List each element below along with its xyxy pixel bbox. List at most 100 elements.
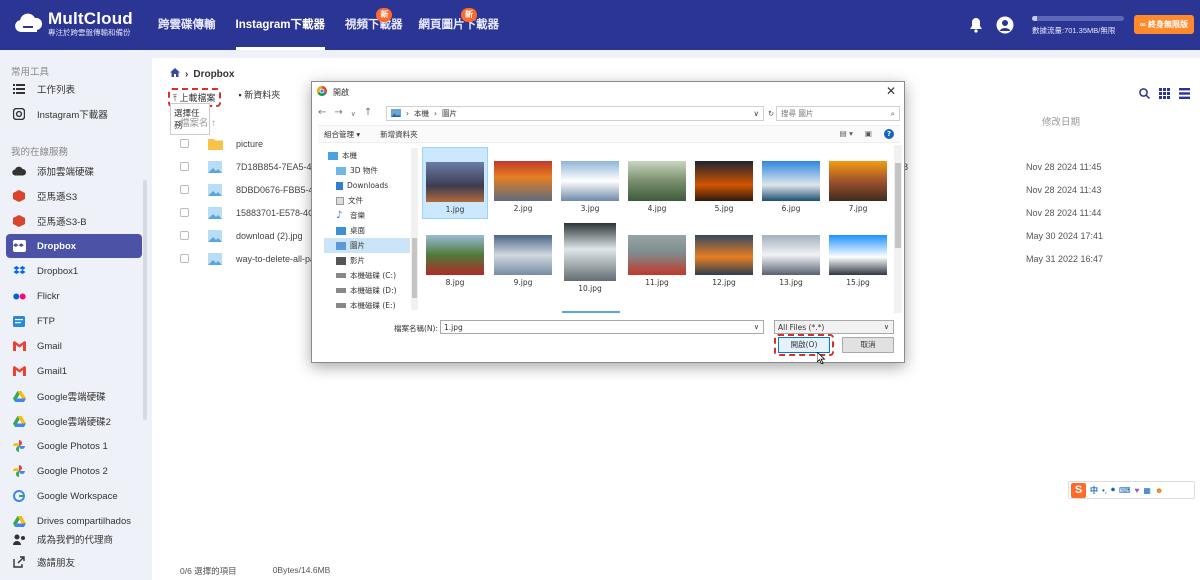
organize-menu[interactable]: 組合管理 ▾ — [324, 129, 360, 140]
sidebar-item-gmail1[interactable]: Gmail1 — [6, 359, 142, 383]
address-bar[interactable]: › 本機 › 圖片 ∨ — [386, 106, 764, 121]
tree-item-videos[interactable]: 影片 — [324, 253, 410, 268]
tree-item-drive-e[interactable]: 本機磁碟 (E:) — [324, 298, 410, 313]
row-checkbox[interactable] — [180, 185, 189, 194]
tree-item-3d-objects[interactable]: 3D 物件 — [324, 163, 410, 178]
file-grid-scrollbar[interactable] — [894, 145, 902, 313]
file-thumbnail[interactable]: 7.jpg — [825, 147, 891, 219]
file-thumbnail[interactable]: 12.jpg — [691, 221, 757, 293]
sidebar-item-add-cloud[interactable]: 添加雲端硬碟 — [6, 159, 142, 183]
refresh-icon[interactable]: ↻ — [766, 109, 776, 118]
row-checkbox[interactable] — [180, 162, 189, 171]
sidebar-item-invite-friends[interactable]: 邀請朋友 — [6, 550, 142, 574]
file-thumbnail[interactable]: 11.jpg — [624, 221, 690, 293]
row-checkbox[interactable] — [180, 139, 189, 148]
tree-item-this-pc[interactable]: 本機 — [324, 148, 410, 163]
address-dropdown-icon[interactable]: ∨ — [754, 109, 760, 118]
navigation-scrollbar[interactable] — [411, 148, 418, 310]
multcloud-logo[interactable]: MultCloud 專注於跨雲盤傳輸和備份 — [14, 10, 133, 37]
file-thumbnail[interactable]: 6.jpg — [758, 147, 824, 219]
list-view-icon[interactable] — [1179, 88, 1190, 102]
sidebar-item-amazon-s3-b[interactable]: 亞馬遜S3-B — [6, 209, 142, 233]
file-thumbnail[interactable]: 9.jpg — [490, 221, 556, 293]
tree-item-documents[interactable]: 文件 — [324, 193, 410, 208]
sidebar-item-ftp[interactable]: FTP — [6, 309, 142, 333]
close-icon[interactable]: ✕ — [886, 84, 896, 98]
sidebar-item-amazon-s3[interactable]: 亞馬遜S3 — [6, 184, 142, 208]
file-thumbnail[interactable]: 3.jpg — [557, 147, 623, 219]
tree-item-drive-c[interactable]: 本機磁碟 (C:) — [324, 268, 410, 283]
row-checkbox[interactable] — [180, 231, 189, 240]
file-thumbnail[interactable]: 2.jpg — [490, 147, 556, 219]
sidebar-scrollbar[interactable] — [143, 180, 147, 420]
open-button[interactable]: 開啟(O) — [778, 337, 830, 353]
nav-cloud-transfer[interactable]: 跨雲碟傳輸 — [150, 0, 224, 50]
file-thumbnail[interactable]: 15.jpg — [825, 221, 891, 293]
sidebar-item-gmail[interactable]: Gmail — [6, 334, 142, 358]
grid-view-icon[interactable] — [1159, 88, 1170, 102]
dialog-title-bar[interactable]: 開啟 — [312, 82, 904, 102]
file-thumbnail[interactable]: 4.jpg — [624, 147, 690, 219]
nav-image-downloader[interactable]: 網頁圖片下載器新 — [410, 0, 507, 50]
sidebar-item-instagram-downloader[interactable]: Instagram下載器 — [6, 102, 142, 126]
sidebar-item-become-agent[interactable]: 成為我們的代理商 — [6, 527, 142, 551]
sidebar-item-google-drive[interactable]: Google雲端硬碟 — [6, 384, 142, 408]
scroll-thumb[interactable] — [412, 238, 417, 298]
microphone-icon[interactable]: ⏺ — [1111, 485, 1115, 495]
nav-instagram-downloader[interactable]: Instagram下載器 — [228, 0, 333, 50]
sidebar-item-google-drive2[interactable]: Google雲端硬碟2 — [6, 409, 142, 433]
row-checkbox[interactable] — [180, 208, 189, 217]
name-column-header[interactable]: 檔案名 ↑ — [180, 115, 216, 129]
sidebar-item-dropbox1[interactable]: Dropbox1 — [6, 259, 142, 283]
sidebar-item-task-list[interactable]: 工作列表 — [6, 77, 142, 101]
file-thumbnail[interactable]: 8.jpg — [422, 221, 488, 293]
sidebar-item-dropbox[interactable]: Dropbox — [6, 234, 142, 258]
toolbox-icon[interactable]: ▦ — [1143, 486, 1151, 495]
preview-pane-icon[interactable]: ▣ — [865, 129, 872, 139]
scroll-thumb[interactable] — [895, 163, 901, 248]
back-arrow-icon[interactable]: ← — [318, 107, 326, 121]
nav-video-downloader[interactable]: 視頻下載器新 — [337, 0, 411, 50]
keyboard-icon[interactable]: ⌨ — [1119, 486, 1131, 495]
file-type-select[interactable]: All Files (*.*) ∨ — [774, 320, 894, 334]
chevron-down-icon[interactable]: ∨ — [351, 107, 356, 121]
skin-icon[interactable]: ♥ — [1135, 486, 1140, 495]
sogou-icon[interactable]: S — [1071, 482, 1086, 498]
date-column-header[interactable]: 修改日期 — [1042, 114, 1080, 128]
upgrade-button[interactable]: ∞ 終身無限版 — [1134, 15, 1194, 34]
new-folder-button[interactable]: ▪ 新資料夾 — [239, 88, 281, 107]
bell-icon[interactable] — [969, 17, 983, 36]
up-arrow-icon[interactable]: ↑ — [364, 107, 372, 121]
tree-item-downloads[interactable]: Downloads — [324, 178, 410, 193]
breadcrumb-current[interactable]: Dropbox — [193, 69, 234, 80]
emoji-icon[interactable]: ☻ — [1155, 486, 1163, 495]
sidebar-item-google-workspace[interactable]: Google Workspace — [6, 484, 142, 508]
forward-arrow-icon[interactable]: → — [334, 107, 342, 121]
view-options-icon[interactable]: ▤ ▾ — [840, 129, 853, 139]
new-folder-button[interactable]: 新增資料夾 — [380, 129, 418, 140]
file-thumbnail[interactable]: 10.jpg — [557, 221, 623, 293]
path-this-pc[interactable]: 本機 — [414, 108, 429, 119]
filename-input[interactable]: 1.jpg ∨ — [440, 320, 764, 334]
help-icon[interactable]: ? — [884, 129, 894, 139]
tree-item-music[interactable]: ♪ 音樂 — [324, 208, 410, 223]
file-thumbnail[interactable]: 1.jpg — [422, 147, 488, 219]
cancel-button[interactable]: 取消 — [842, 337, 894, 353]
punctuation-icon[interactable]: •, — [1102, 486, 1107, 495]
chevron-down-icon[interactable]: ∨ — [754, 323, 759, 331]
ime-language-toggle[interactable]: 中 — [1090, 485, 1098, 496]
path-pictures[interactable]: 圖片 — [442, 108, 457, 119]
sidebar-item-google-photos-1[interactable]: Google Photos 1 — [6, 434, 142, 458]
file-thumbnail[interactable]: 5.jpg — [691, 147, 757, 219]
tree-item-drive-d[interactable]: 本機磁碟 (D:) — [324, 283, 410, 298]
row-checkbox[interactable] — [180, 254, 189, 263]
sidebar-item-google-photos-2[interactable]: Google Photos 2 — [6, 459, 142, 483]
search-pictures-input[interactable]: 搜尋 圖片 ⌕ — [776, 106, 900, 121]
avatar-icon[interactable] — [996, 16, 1014, 37]
tree-item-desktop[interactable]: 桌面 — [324, 223, 410, 238]
tree-item-pictures[interactable]: 圖片 — [324, 238, 410, 253]
search-icon[interactable] — [1139, 88, 1151, 102]
home-icon[interactable] — [170, 68, 180, 80]
sidebar-item-flickr[interactable]: Flickr — [6, 284, 142, 308]
file-thumbnail[interactable]: 13.jpg — [758, 221, 824, 293]
